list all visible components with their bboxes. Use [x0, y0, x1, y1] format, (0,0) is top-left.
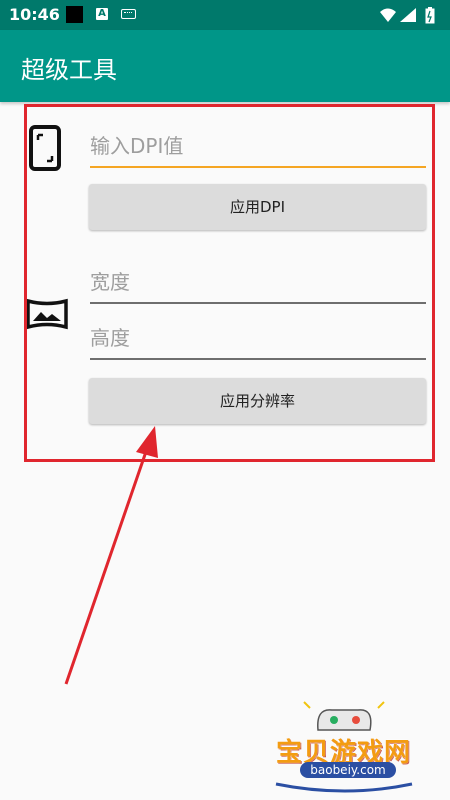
annotation-arrow	[64, 426, 158, 685]
watermark-logo: 宝贝游戏网 baobeiy.com	[270, 700, 420, 798]
watermark-domain: baobeiy.com	[300, 762, 396, 778]
